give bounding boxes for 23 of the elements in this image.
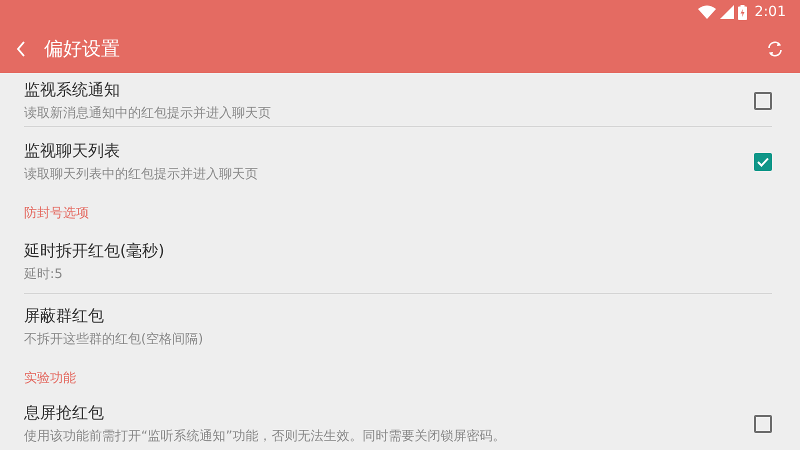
setting-summary: 使用该功能前需打开“监听系统通知”功能，否则无法生效。同时需要关闭锁屏密码。 — [24, 428, 506, 445]
setting-summary: 不拆开这些群的红包(空格间隔) — [24, 330, 204, 348]
status-time: 2:01 — [754, 4, 786, 20]
setting-title: 监视聊天列表 — [24, 140, 121, 162]
setting-title: 延时拆开红包(毫秒) — [24, 240, 166, 262]
battery-icon — [738, 4, 747, 20]
signal-icon — [720, 5, 734, 19]
checkbox[interactable] — [754, 152, 772, 170]
checkbox[interactable] — [754, 92, 772, 110]
wifi-icon — [698, 5, 716, 19]
setting-title: 屏蔽群红包 — [24, 306, 105, 326]
setting-title: 息屏抢红包 — [24, 403, 105, 424]
setting-title: 监视系统通知 — [24, 80, 121, 100]
back-icon[interactable] — [16, 40, 26, 56]
setting-summary: 延时:5 — [24, 266, 64, 282]
category-header: 防封号选项 — [24, 205, 89, 222]
checkbox[interactable] — [754, 415, 772, 433]
refresh-icon[interactable] — [766, 40, 784, 58]
setting-summary: 读取新消息通知中的红包提示并进入聊天页 — [24, 104, 272, 122]
toolbar-title: 偏好设置 — [44, 36, 121, 62]
setting-summary: 读取聊天列表中的红包提示并进入聊天页 — [24, 166, 259, 182]
check-icon — [757, 156, 769, 166]
category-header: 实验功能 — [24, 370, 76, 387]
